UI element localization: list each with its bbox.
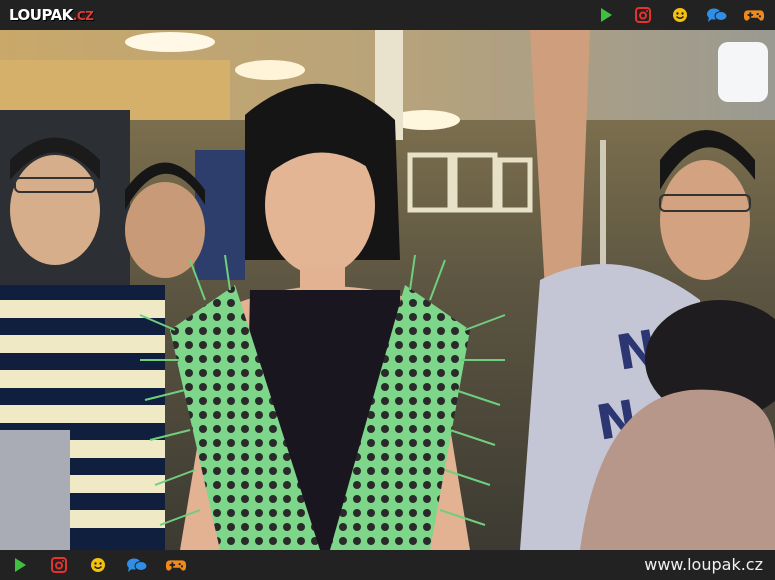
top-icon-bar xyxy=(595,0,765,30)
smiley-icon[interactable] xyxy=(87,555,109,575)
site-url[interactable]: www.loupak.cz xyxy=(644,550,763,580)
chat-bubbles-icon[interactable] xyxy=(126,555,148,575)
smiley-icon[interactable] xyxy=(669,5,691,25)
instagram-icon[interactable] xyxy=(48,555,70,575)
train-photo-illustration: N N xyxy=(0,30,775,550)
site-logo[interactable]: LOUPAK.CZ xyxy=(9,5,94,25)
instagram-icon[interactable] xyxy=(632,5,654,25)
play-icon[interactable] xyxy=(595,5,617,25)
gamepad-icon[interactable] xyxy=(165,555,187,575)
logo-tld-text: .CZ xyxy=(72,9,94,23)
bottom-bar: www.loupak.cz xyxy=(0,550,775,580)
chat-bubbles-icon[interactable] xyxy=(706,5,728,25)
play-icon[interactable] xyxy=(9,555,31,575)
logo-main-text: LOUPAK xyxy=(9,6,73,24)
photo-content: N N xyxy=(0,30,775,550)
top-bar: LOUPAK.CZ xyxy=(0,0,775,30)
gamepad-icon[interactable] xyxy=(743,5,765,25)
bottom-icon-bar xyxy=(9,550,187,580)
